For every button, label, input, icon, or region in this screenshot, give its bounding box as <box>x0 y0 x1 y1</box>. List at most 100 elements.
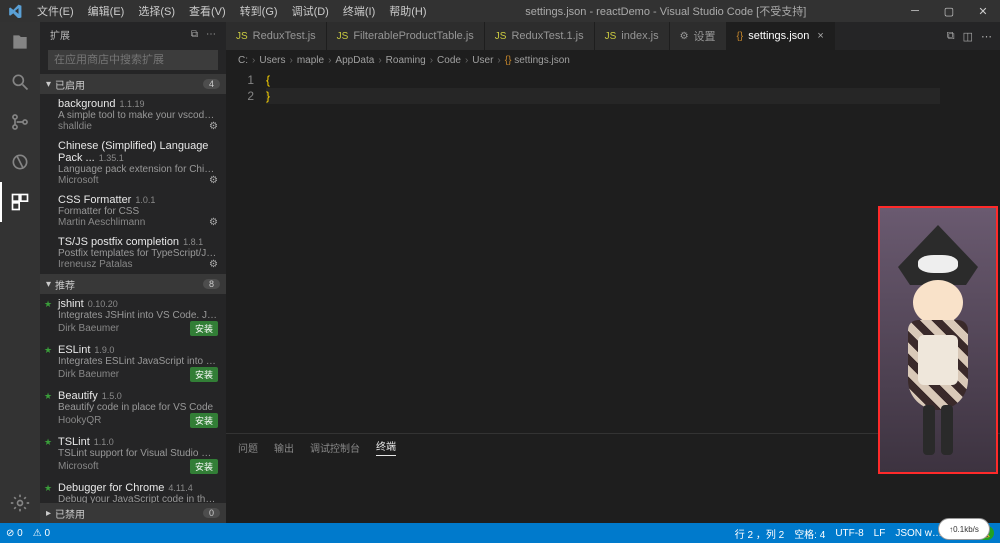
file-icon: JS <box>236 31 248 42</box>
editor-tab[interactable]: JSindex.js <box>595 22 670 50</box>
recommend-count-badge: 8 <box>203 279 220 289</box>
menu-item[interactable]: 帮助(H) <box>382 3 433 19</box>
close-button[interactable]: ✕ <box>966 0 1000 22</box>
gear-icon[interactable]: ⚙ <box>209 259 218 270</box>
gear-icon[interactable]: ⚙ <box>209 217 218 228</box>
extensions-icon[interactable] <box>0 182 40 222</box>
install-button[interactable]: 安装 <box>190 459 218 474</box>
install-button[interactable]: 安装 <box>190 321 218 336</box>
chevron-down-icon: ▾ <box>46 279 51 290</box>
extension-item[interactable]: ★jshint0.10.20Integrates JSHint into VS … <box>40 294 226 340</box>
window-controls: ─ ▢ ✕ <box>898 0 1000 22</box>
character-figure <box>893 225 983 455</box>
sidebar-title: 扩展 <box>50 27 70 42</box>
menu-item[interactable]: 调试(D) <box>285 3 336 19</box>
sidebar-header: 扩展 ⧉ ⋯ <box>40 22 226 46</box>
search-input[interactable] <box>48 50 218 70</box>
indent-status[interactable]: 空格: 4 <box>794 526 825 541</box>
line-gutter: 12 <box>226 70 266 433</box>
sidebar: 扩展 ⧉ ⋯ ▾ 已启用 4 background1.1.19A simple … <box>40 22 226 523</box>
extension-item[interactable]: ★TSLint1.1.0TSLint support for Visual St… <box>40 432 226 478</box>
install-button[interactable]: 安装 <box>190 413 218 428</box>
menu-item[interactable]: 终端(I) <box>336 3 382 19</box>
code-content[interactable]: { } <box>266 70 940 433</box>
install-button[interactable]: 安装 <box>190 367 218 382</box>
main-area: 扩展 ⧉ ⋯ ▾ 已启用 4 background1.1.19A simple … <box>0 22 1000 523</box>
compare-icon[interactable]: ⧉ <box>947 30 955 43</box>
disabled-section-header[interactable]: ▸ 已禁用 0 <box>40 503 226 523</box>
menu-bar: 文件(E)编辑(E)选择(S)查看(V)转到(G)调试(D)终端(I)帮助(H) <box>30 3 434 19</box>
file-icon: JS <box>605 31 617 42</box>
menu-item[interactable]: 查看(V) <box>182 3 233 19</box>
breadcrumb-item[interactable]: AppData <box>335 55 374 66</box>
panel-tab[interactable]: 终端 <box>376 438 396 456</box>
breadcrumb[interactable]: C:›Users›maple›AppData›Roaming›Code›User… <box>226 50 1000 70</box>
extension-item[interactable]: CSS Formatter1.0.1Formatter for CSSMarti… <box>40 190 226 232</box>
explorer-icon[interactable] <box>0 22 40 62</box>
editor-tabs: JSReduxTest.jsJSFilterableProductTable.j… <box>226 22 1000 50</box>
menu-item[interactable]: 文件(E) <box>30 3 81 19</box>
disabled-count-badge: 0 <box>203 508 220 518</box>
gear-icon[interactable]: ⚙ <box>209 175 218 186</box>
settings-gear-icon[interactable] <box>0 483 40 523</box>
language-status[interactable]: JSON w… <box>895 528 942 539</box>
activity-bar <box>0 22 40 523</box>
editor-tab[interactable]: ⚙设置 <box>670 22 727 50</box>
more-actions-icon[interactable]: ⋯ <box>981 30 992 43</box>
recommend-section-header[interactable]: ▾ 推荐 8 <box>40 274 226 294</box>
chevron-down-icon: ▾ <box>46 79 51 90</box>
encoding-status[interactable]: UTF-8 <box>835 528 863 539</box>
extension-item[interactable]: background1.1.19A simple tool to make yo… <box>40 94 226 136</box>
close-tab-icon[interactable]: × <box>817 30 823 42</box>
editor-tab[interactable]: JSReduxTest.1.js <box>485 22 595 50</box>
enabled-section-header[interactable]: ▾ 已启用 4 <box>40 74 226 94</box>
breadcrumb-item[interactable]: User <box>472 55 493 66</box>
breadcrumb-item[interactable]: Code <box>437 55 461 66</box>
cursor-position[interactable]: 行 2 ，列 2 <box>735 526 784 541</box>
warnings-status[interactable]: ⚠ 0 <box>33 528 50 539</box>
editor-tab[interactable]: JSFilterableProductTable.js <box>327 22 485 50</box>
debug-icon[interactable] <box>0 142 40 182</box>
window-title: settings.json - reactDemo - Visual Studi… <box>434 3 898 19</box>
app-logo <box>0 4 30 18</box>
maximize-button[interactable]: ▢ <box>932 0 966 22</box>
gear-icon[interactable]: ⚙ <box>209 121 218 132</box>
minimize-button[interactable]: ─ <box>898 0 932 22</box>
chevron-right-icon: ▸ <box>46 508 51 519</box>
speed-pill: ↑ 0.1kb/s <box>938 518 990 540</box>
enabled-list: background1.1.19A simple tool to make yo… <box>40 94 226 274</box>
menu-item[interactable]: 选择(S) <box>131 3 182 19</box>
search-icon[interactable] <box>0 62 40 102</box>
errors-status[interactable]: ⊘ 0 <box>6 528 23 539</box>
extension-item[interactable]: ★ESLint1.9.0Integrates ESLint JavaScript… <box>40 340 226 386</box>
status-bar: ⊘ 0 ⚠ 0 行 2 ，列 2 空格: 4 UTF-8 LF JSON w… … <box>0 523 1000 543</box>
file-icon: JS <box>337 31 349 42</box>
extension-item[interactable]: Chinese (Simplified) Language Pack ...1.… <box>40 136 226 190</box>
extension-search[interactable] <box>48 50 218 70</box>
eol-status[interactable]: LF <box>874 528 886 539</box>
more-icon[interactable]: ⋯ <box>206 29 216 40</box>
breadcrumb-item[interactable]: Users <box>259 55 285 66</box>
filter-icon[interactable]: ⧉ <box>191 29 198 40</box>
breadcrumb-item[interactable]: Roaming <box>386 55 426 66</box>
extension-item[interactable]: ★Beautify1.5.0Beautify code in place for… <box>40 386 226 432</box>
menu-item[interactable]: 转到(G) <box>233 3 285 19</box>
breadcrumb-item[interactable]: {} settings.json <box>505 55 570 66</box>
editor-tab[interactable]: {}settings.json× <box>727 22 835 50</box>
breadcrumb-item[interactable]: maple <box>297 55 324 66</box>
panel-tab[interactable]: 问题 <box>238 440 258 455</box>
editor-tab[interactable]: JSReduxTest.js <box>226 22 327 50</box>
panel-tab[interactable]: 输出 <box>274 440 294 455</box>
extension-item[interactable]: ★Debugger for Chrome4.11.4Debug your Jav… <box>40 478 226 503</box>
panel-tab[interactable]: 调试控制台 <box>310 440 360 455</box>
file-icon: JS <box>495 31 507 42</box>
file-icon: ⚙ <box>680 31 689 42</box>
split-editor-icon[interactable]: ◫ <box>963 30 973 43</box>
menu-item[interactable]: 编辑(E) <box>81 3 132 19</box>
title-bar: 文件(E)编辑(E)选择(S)查看(V)转到(G)调试(D)终端(I)帮助(H)… <box>0 0 1000 22</box>
enabled-count-badge: 4 <box>203 79 220 89</box>
breadcrumb-item[interactable]: C: <box>238 55 248 66</box>
scm-icon[interactable] <box>0 102 40 142</box>
extension-item[interactable]: TS/JS postfix completion1.8.1Postfix tem… <box>40 232 226 274</box>
file-icon: {} <box>737 31 744 42</box>
